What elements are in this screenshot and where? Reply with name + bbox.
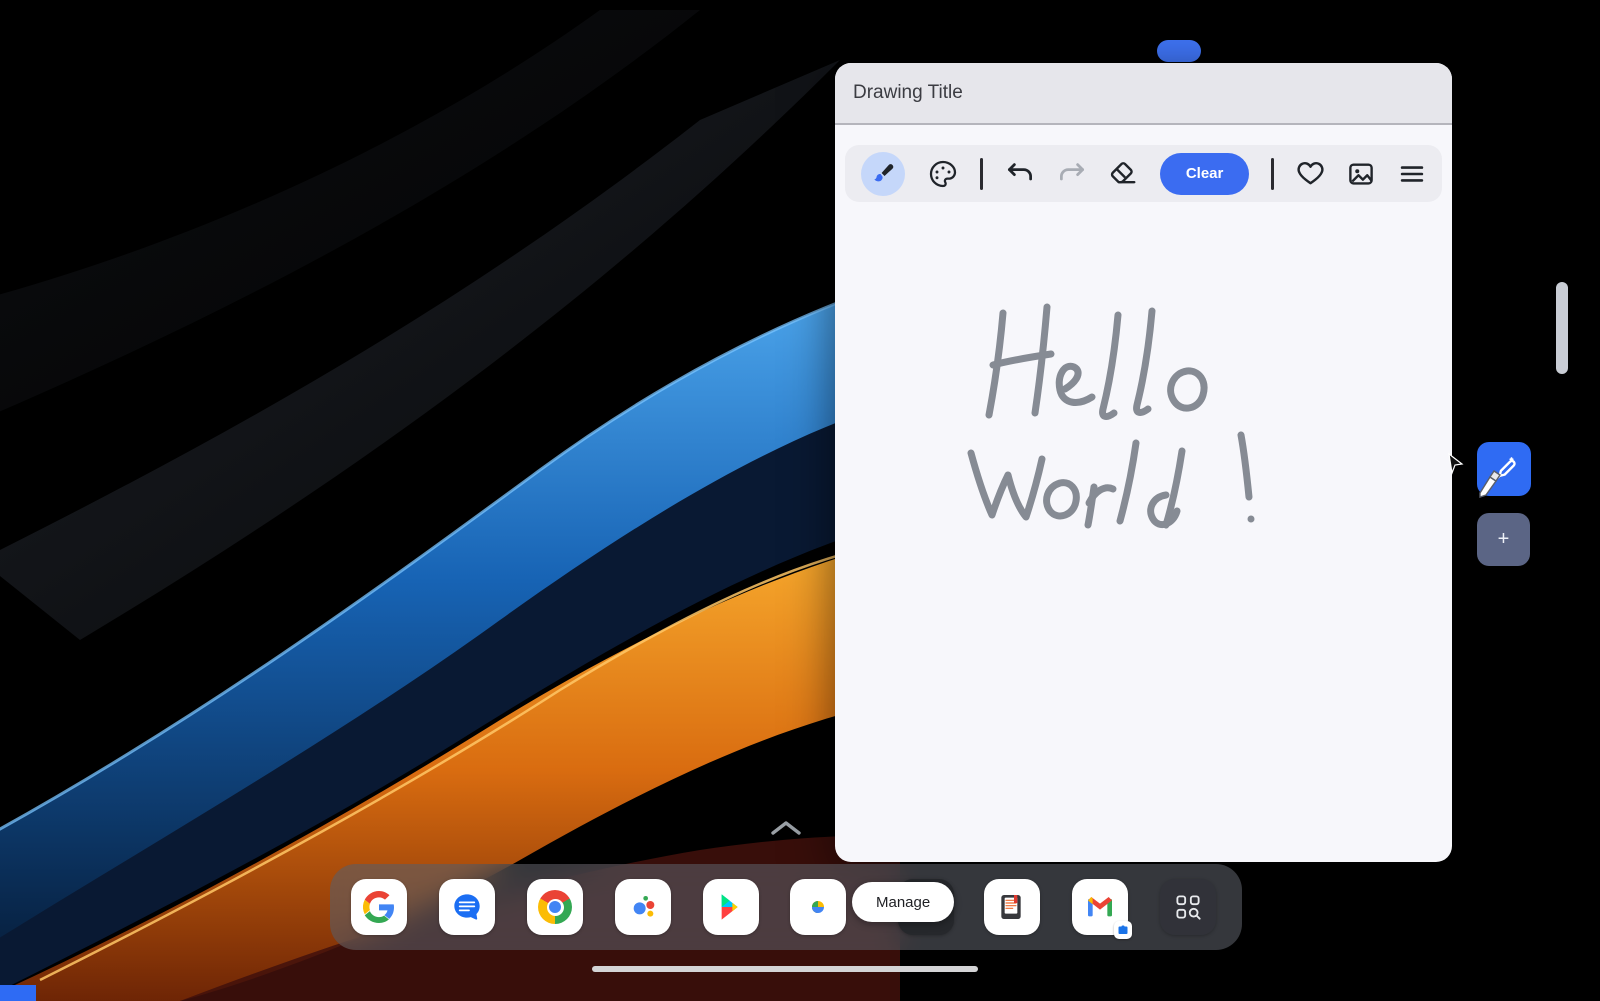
manage-button[interactable]: Manage [852,882,954,922]
menu-button[interactable] [1398,160,1426,188]
manage-label: Manage [876,894,930,911]
app-drawer-button[interactable] [1160,879,1216,935]
brush-icon [870,161,896,187]
image-icon [1346,159,1376,189]
chrome-icon [538,890,572,924]
drawing-canvas[interactable] [835,213,1452,773]
drawing-toolbar: Clear [845,145,1442,202]
window-titlebar[interactable]: Drawing Title [835,63,1452,125]
toolbar-divider [980,158,983,190]
assistant-icon [627,891,659,923]
clear-button[interactable]: Clear [1160,153,1250,195]
palette-button[interactable] [927,158,959,190]
favorite-button[interactable] [1296,159,1325,188]
redo-icon [1057,160,1087,188]
taskbar-dock: Manage [330,864,1242,950]
app-icon-google[interactable] [351,879,407,935]
chevron-up-icon[interactable] [768,818,804,838]
messages-bubble-icon [451,891,483,923]
palette-icon [927,158,959,190]
corner-accent [0,985,36,1001]
hamburger-menu-icon [1398,160,1426,188]
insert-image-button[interactable] [1346,159,1376,189]
window-drag-handle[interactable] [1157,40,1201,62]
book-icon [996,891,1028,923]
google-g-icon [363,891,395,923]
home-indicator[interactable] [592,966,978,972]
play-store-icon [715,891,747,923]
stylus-pointer-icon [1474,467,1504,499]
brush-tool-button[interactable] [861,152,905,196]
redo-button[interactable] [1057,160,1087,188]
plus-label: + [1498,528,1510,551]
window-title: Drawing Title [853,82,963,104]
app-icon-play-store[interactable] [703,879,759,935]
drawing-app-window: Drawing Title [835,63,1452,862]
briefcase-icon [1117,924,1129,936]
heart-icon [1296,159,1325,188]
app-icon-chrome[interactable] [527,879,583,935]
app-icon-gmail[interactable] [1072,879,1128,935]
mouse-cursor-icon [1447,452,1465,476]
add-note-button[interactable]: + [1477,513,1530,566]
edge-scrollbar[interactable] [1556,282,1568,374]
app-drawer-search-icon [1171,890,1205,924]
toolbar-divider [1271,158,1274,190]
app-icon-assistant[interactable] [615,879,671,935]
photos-pinwheel-icon [802,891,834,923]
undo-icon [1005,160,1035,188]
app-icon-messages[interactable] [439,879,495,935]
app-icon-books[interactable] [984,879,1040,935]
gmail-m-icon [1084,891,1116,923]
eraser-icon [1108,159,1138,189]
desktop: Drawing Title [0,0,1600,1001]
eraser-button[interactable] [1108,159,1138,189]
undo-button[interactable] [1005,160,1035,188]
app-icon-photos[interactable] [790,879,846,935]
work-profile-badge [1114,921,1132,939]
